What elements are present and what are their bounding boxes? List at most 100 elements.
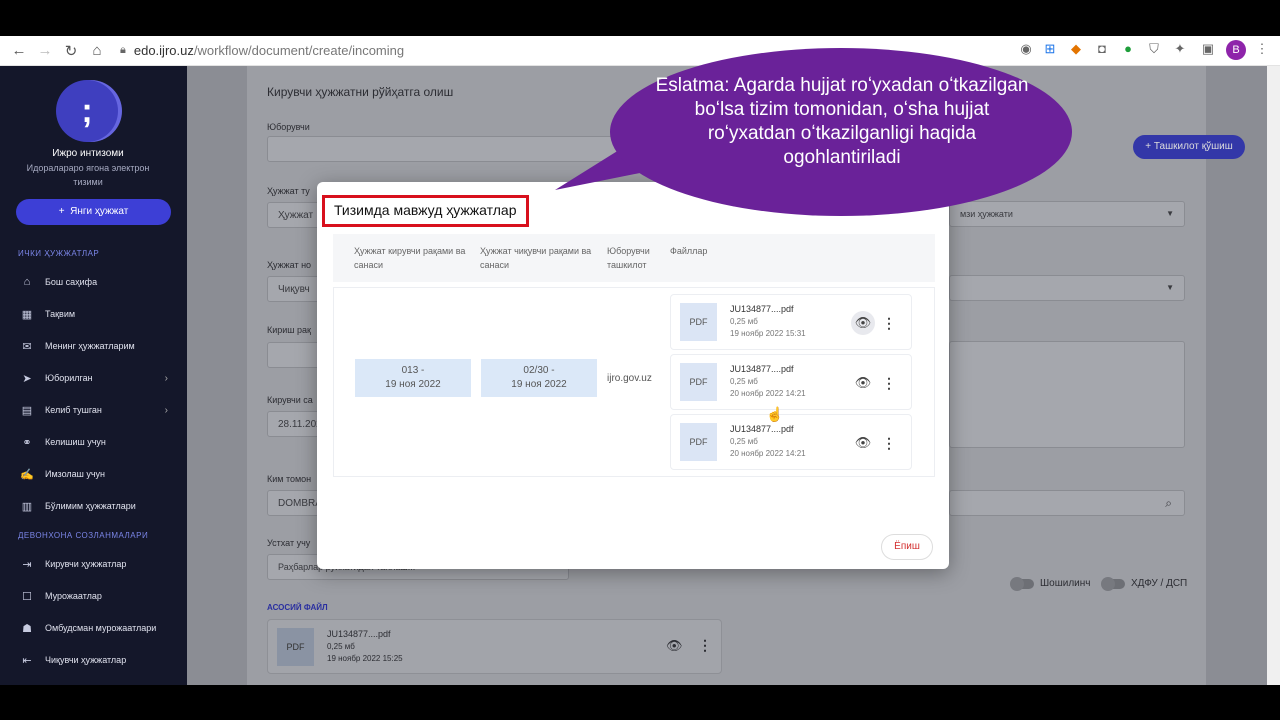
- sidebar-item-calendar[interactable]: ▦ Тақвим: [18, 304, 168, 324]
- kebab-menu-icon[interactable]: ⋮: [881, 431, 897, 455]
- main-file-name: JU134877....pdf: [327, 629, 391, 639]
- chevron-right-icon: ›: [164, 404, 168, 416]
- org-subtitle: Идоралараро ягона электрон тизими: [26, 163, 150, 187]
- urgent-toggle[interactable]: [1010, 577, 1034, 591]
- caret-down-icon: ▼: [1166, 209, 1174, 218]
- camera-icon[interactable]: ◘: [1092, 41, 1112, 56]
- dsp-toggle[interactable]: [1101, 577, 1125, 591]
- who-label: Ким томон: [267, 474, 312, 484]
- docnum-label: Ҳужжат но: [267, 260, 312, 270]
- file-name: JU134877....pdf: [730, 304, 794, 314]
- home-icon: ⌂: [23, 276, 31, 288]
- caret-down-icon: ▼: [1166, 283, 1174, 292]
- pdf-icon: PDF: [277, 628, 314, 666]
- pdf-icon: PDF: [680, 363, 717, 401]
- new-document-button[interactable]: + Янги ҳужжат: [16, 199, 171, 225]
- pdf-icon: PDF: [680, 423, 717, 461]
- form-title: Кирувчи ҳужжатни рўйҳатга олиш: [267, 85, 454, 99]
- shield-icon[interactable]: ⛉: [1144, 41, 1164, 57]
- eye-icon[interactable]: 👁︎: [851, 431, 875, 455]
- close-button[interactable]: Ёпиш: [881, 534, 933, 560]
- back-arrow-icon[interactable]: ←: [6, 42, 32, 59]
- new-document-label: Янги ҳужжат: [70, 206, 129, 217]
- notes-textarea[interactable]: [949, 341, 1185, 448]
- right-select-value: мзи ҳужжати: [960, 209, 1013, 219]
- puzzle-icon[interactable]: ✦: [1170, 41, 1190, 57]
- translate-icon[interactable]: ⊞: [1040, 41, 1060, 57]
- calendar-icon: ▦: [21, 308, 33, 321]
- col-outgoing: Ҳужжат чиқувчи рақами ва санаси: [480, 246, 592, 270]
- sidebar-item-home[interactable]: ⌂ Бош саҳифа: [18, 272, 168, 292]
- sidebar-item-my-documents[interactable]: ✉ Менинг ҳужжатларим: [18, 336, 168, 356]
- address-bar[interactable]: 🔒︎ edo.ijro.uz/workflow/document/create/…: [120, 43, 404, 58]
- profile-avatar[interactable]: B: [1226, 40, 1246, 60]
- section-office-settings: ДЕВОНХОНА СОЗЛАНМАЛАРИ: [18, 531, 149, 540]
- mouse-cursor-icon: ☝: [766, 406, 784, 422]
- kebab-menu-icon[interactable]: ⋮: [881, 311, 897, 335]
- sidebar-item-signing[interactable]: ✍ Имзолаш учун: [18, 464, 168, 484]
- col-incoming: Ҳужжат кирувчи рақами ва санаси: [354, 246, 466, 270]
- right-select-2[interactable]: ▼: [949, 275, 1185, 301]
- incoming-date-label: Кирувчи са: [267, 395, 313, 405]
- eye-icon[interactable]: 👁︎: [851, 371, 875, 395]
- entry-label: Кириш рақ: [267, 325, 311, 335]
- file-card: PDF JU134877....pdf 0,25 мб 20 ноябр 202…: [670, 354, 912, 410]
- home-browser-icon[interactable]: ⌂: [84, 42, 110, 59]
- sidebar-item-sent[interactable]: ➤ Юборилган ›: [18, 368, 168, 388]
- forward-arrow-icon[interactable]: →: [32, 42, 58, 59]
- incoming-icon: ⇥: [22, 558, 32, 571]
- reload-icon[interactable]: ↻: [58, 42, 84, 60]
- appeals-icon: ☐: [22, 590, 32, 603]
- documents-icon: ✉: [22, 340, 32, 353]
- signature-icon: ✍: [20, 468, 34, 481]
- color-extension-icon[interactable]: ◆: [1066, 41, 1086, 57]
- browser-menu-icon[interactable]: ⋮: [1252, 41, 1272, 57]
- handshake-icon: ⚭: [22, 436, 32, 449]
- file-name: JU134877....pdf: [730, 364, 794, 374]
- sidebar-item-outgoing[interactable]: ⇤ Чиқувчи ҳужжатлар: [18, 650, 168, 670]
- sidebar-item-agreement[interactable]: ⚭ Келишиш учун: [18, 432, 168, 452]
- green-extension-icon[interactable]: ●: [1118, 41, 1138, 56]
- section-internal-docs: ИЧКИ ҲУЖЖАТЛАР: [18, 249, 100, 258]
- eye-icon[interactable]: 👁︎: [666, 638, 683, 654]
- file-date: 19 ноябр 2022 15:31: [730, 329, 806, 338]
- dsp-label: ХДФУ / ДСП: [1131, 578, 1188, 589]
- eye-icon[interactable]: 👁︎: [851, 311, 875, 335]
- org-name: Ижро интизоми: [52, 148, 124, 159]
- search-icon: ⌕: [1165, 496, 1172, 510]
- file-size: 0,25 мб: [730, 437, 758, 446]
- incoming-number-pill: 013 - 19 ноя 2022: [355, 359, 471, 397]
- kebab-menu-icon[interactable]: ⋮: [698, 637, 712, 654]
- main-file-date: 19 ноябр 2022 15:25: [327, 654, 403, 663]
- page-scrollbar[interactable]: [1267, 66, 1280, 685]
- kebab-menu-icon[interactable]: ⋮: [881, 371, 897, 395]
- file-date: 20 ноябр 2022 14:21: [730, 449, 806, 458]
- who-search-field[interactable]: ⌕: [949, 490, 1185, 516]
- sidepanel-icon[interactable]: ▣: [1198, 41, 1218, 57]
- existing-documents-modal: Тизимда мавжуд ҳужжатлар Ҳужжат кирувчи …: [317, 182, 949, 569]
- add-organization-label: Ташкилот қўшиш: [1153, 141, 1233, 152]
- add-organization-button[interactable]: + Ташкилот қўшиш: [1133, 135, 1245, 159]
- chevron-right-icon: ›: [164, 372, 168, 384]
- modal-title: Тизимда мавжуд ҳужжатлар: [322, 195, 529, 227]
- sidebar-item-ombudsman[interactable]: ☗ Омбудсман мурожаатлари: [18, 618, 168, 638]
- sidebar-item-received[interactable]: ▤ Келиб тушган ›: [18, 400, 168, 420]
- sidebar-item-appeals[interactable]: ☐ Мурожаатлар: [18, 586, 168, 606]
- file-card: PDF JU134877....pdf 0,25 мб 20 ноябр 202…: [670, 414, 912, 470]
- video-bottom-band: [0, 685, 1280, 720]
- file-size: 0,25 мб: [730, 317, 758, 326]
- right-select[interactable]: мзи ҳужжати ▼: [949, 201, 1185, 227]
- send-icon: ➤: [22, 372, 32, 385]
- sidebar-item-department-docs[interactable]: ▥ Бўлимим ҳужжатлари: [18, 496, 168, 516]
- lock-icon: 🔒︎: [120, 44, 126, 56]
- extension-icon[interactable]: ◉: [1016, 41, 1036, 57]
- video-top-band: [0, 0, 1280, 36]
- sidebar: ; Ижро интизоми Идоралараро ягона электр…: [0, 66, 187, 685]
- file-size: 0,25 мб: [730, 377, 758, 386]
- table-row: 013 - 19 ноя 2022 02/30 - 19 ноя 2022 ij…: [333, 287, 935, 477]
- outgoing-number-pill: 02/30 - 19 ноя 2022: [481, 359, 597, 397]
- sidebar-item-incoming[interactable]: ⇥ Кирувчи ҳужжатлар: [18, 554, 168, 574]
- main-file-card: PDF JU134877....pdf 0,25 мб 19 ноябр 202…: [267, 619, 722, 674]
- ombudsman-icon: ☗: [22, 622, 32, 635]
- sender-label: Юборувчи: [267, 122, 310, 132]
